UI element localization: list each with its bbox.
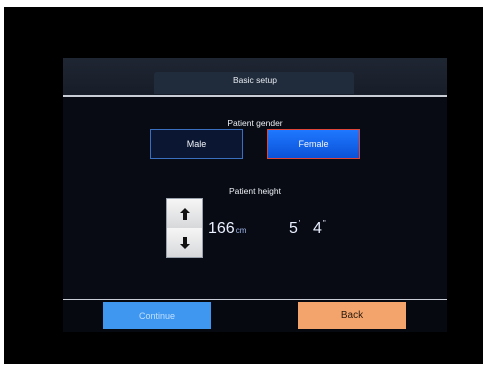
height-feet-value: 5 — [289, 220, 298, 237]
page-title: Basic setup — [233, 75, 277, 85]
height-feet-mark: ' — [298, 219, 301, 228]
footer-bar: Continue Back — [63, 300, 447, 332]
patient-height-label: Patient height — [229, 186, 281, 196]
height-cm-readout: 166cm — [208, 220, 246, 238]
height-increase-button[interactable] — [167, 199, 202, 229]
height-decrease-button[interactable] — [167, 228, 202, 257]
title-bar: Basic setup — [63, 58, 447, 97]
male-button[interactable]: Male — [150, 129, 243, 159]
female-button[interactable]: Female — [267, 129, 360, 159]
device-screen: Basic setup Patient gender Male Female P… — [63, 58, 447, 332]
patient-gender-label: Patient gender — [227, 118, 283, 128]
arrow-down-icon — [179, 236, 190, 249]
female-button-label: Female — [298, 139, 329, 149]
height-inches-readout: 4" — [313, 219, 326, 238]
height-feet-readout: 5' — [289, 219, 301, 238]
continue-button[interactable]: Continue — [103, 302, 211, 329]
male-button-label: Male — [186, 139, 207, 149]
back-button[interactable]: Back — [298, 302, 406, 329]
height-stepper — [166, 198, 203, 258]
height-inches-value: 4 — [313, 220, 322, 237]
arrow-up-icon — [179, 207, 190, 220]
height-inches-mark: " — [322, 219, 326, 228]
back-button-label: Back — [340, 310, 364, 321]
height-cm-value: 166 — [208, 220, 235, 237]
continue-button-label: Continue — [138, 310, 176, 321]
height-cm-unit: cm — [235, 226, 247, 235]
title-divider — [63, 95, 447, 97]
